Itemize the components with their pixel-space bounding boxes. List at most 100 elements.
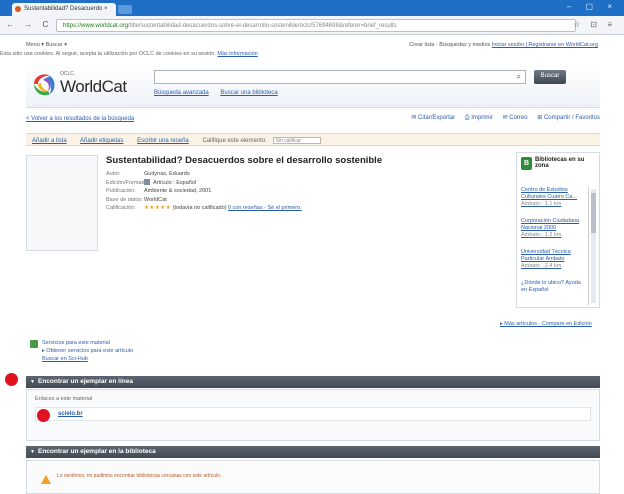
find-library-title: Encontrar un ejemplar en la biblioteca (38, 448, 156, 455)
url-field[interactable]: https://www.worldcat.org/title/sustentab… (56, 19, 576, 32)
add-tags-link[interactable]: Añadir etiquetas (80, 138, 123, 144)
item-title: Sustentabilidad? Desacuerdos sobre el de… (106, 155, 383, 166)
library-heading-text: Bibliotecas en su zona (535, 157, 585, 169)
meta-row-author: Autor: Gudynas, Eduardo (106, 170, 302, 179)
online-links-label: Enlaces a este material (35, 396, 93, 402)
cookie-notice-text: Esta sitio usa cookies. Al seguir, acept… (0, 51, 216, 57)
library-warning-box: Lo sentimos, no pudimos encontrar biblio… (26, 460, 600, 494)
search-button[interactable]: Buscar (534, 70, 566, 84)
online-link-row[interactable]: scielo.br (35, 407, 591, 421)
item-toolbar: Añadir a lista Añadir etiquetas Escribir… (26, 133, 600, 146)
write-review-link[interactable]: Escribir una reseña (137, 138, 189, 144)
online-link[interactable]: scielo.br (58, 411, 83, 417)
format-value: Artículo : Español (153, 179, 197, 186)
account-links: Crear lista · Búsquedas y medios Iniciar… (409, 42, 598, 48)
library-item[interactable]: Universidad Técnica Particular Ambato Amb… (521, 249, 588, 270)
review-link[interactable]: 0 con reseñas - Sé el primero. (228, 205, 302, 211)
meta-label: Edición/Formato: (106, 179, 148, 186)
advanced-search-link[interactable]: Búsqueda avanzada (154, 90, 209, 96)
results-nav-row: < Volver a los resultados de la búsqueda… (26, 114, 600, 126)
meta-label: Base de datos: (106, 196, 143, 203)
library-item[interactable]: Centro de Estudios Culturales Cuatro Ca.… (521, 187, 588, 208)
collapse-arrow-icon: ▼ (30, 449, 35, 455)
library-distance: Ambato · 2.4 km (521, 263, 562, 269)
warning-text: Lo sentimos, no pudimos encontrar biblio… (57, 473, 222, 479)
author-value[interactable]: Gudynas, Eduardo (144, 171, 190, 177)
red-marker-dot (37, 409, 50, 422)
search-icon: ⌕ (516, 72, 521, 81)
header-links: Búsqueda avanzada Buscar una biblioteca (154, 90, 288, 96)
warning-icon (41, 475, 51, 484)
rating-value: (todavía no calificado) (172, 205, 227, 211)
browser-menu-icons[interactable]: ☆ ⊡ ≡ (573, 20, 616, 29)
search-input[interactable]: ⌕ (154, 70, 526, 84)
meta-row-rating: Calificación: ★★★★★ (todavía no calificad… (106, 204, 302, 213)
email-link[interactable]: ✉ Correo (503, 115, 528, 121)
library-distance: Ambato · 1.2 km (521, 232, 562, 238)
library-name[interactable]: Universidad Técnica Particular Ambato (521, 249, 571, 262)
scihub-link[interactable]: Buscar en Sci-Hub (42, 356, 88, 362)
back-to-results-link[interactable]: < Volver a los resultados de la búsqueda (26, 116, 134, 122)
rate-label: Califique este elemento: (202, 138, 267, 145)
new-tab-button[interactable] (118, 5, 132, 14)
meta-row-publication: Publicación: Ambiente & sociedad, 2001 (106, 187, 302, 196)
library-distance: Ambato · 1.1 km (521, 201, 562, 207)
account-text: Crear lista · Búsquedas y medios (409, 42, 491, 48)
find-online-title: Encontrar un ejemplar en línea (38, 378, 133, 385)
rating-stars[interactable]: ★★★★★ (144, 205, 171, 211)
publication-value: Ambiente & sociedad, 2001 (144, 188, 212, 194)
meta-row-database: Base de datos:WorldCat (106, 196, 302, 205)
url-path: /title/sustentabilidad-desacuerdos-sobre… (128, 23, 397, 29)
library-list: Centro de Estudios Culturales Cuatro Ca.… (521, 187, 589, 305)
database-value: WorldCat (144, 196, 167, 203)
book-cover-placeholder (26, 155, 98, 251)
cookie-more-link[interactable]: Más información (217, 51, 257, 57)
browser-tab-bar: Sustentabilidad? Desacuerdo × – ▢ × (0, 0, 624, 16)
item-metadata: Autor: Gudynas, Eduardo Edición/Formato: A… (106, 170, 302, 213)
worldcat-favicon-icon (15, 6, 21, 12)
meta-label: Calificación: (106, 205, 136, 211)
share-actions: ✉ Citar/Exportar ⎙ Imprimir ✉ Correo ⊞ C… (403, 114, 600, 122)
address-bar-row: ← → C ⌂ https://www.worldcat.org/title/s… (0, 16, 624, 35)
browser-tab[interactable]: Sustentabilidad? Desacuerdo × (12, 3, 116, 16)
get-services-link[interactable]: ▸ Obtener servicios para este artículo (42, 348, 133, 354)
rating-select[interactable]: Sin calificar (272, 137, 321, 144)
library-help-link[interactable]: ¿Dónde lo ubico? Ayuda en Español (521, 280, 588, 294)
red-marker-dot (5, 373, 18, 386)
library-item[interactable]: Corporación Ciudadana Nacional 2000 Ambat… (521, 218, 588, 239)
scrollbar-thumb[interactable] (591, 193, 596, 233)
find-library-link[interactable]: Buscar una biblioteca (220, 90, 277, 96)
meta-row-format: Edición/Formato: Artículo : Español (106, 179, 302, 188)
library-panel: B Bibliotecas en su zona Centro de Estudi… (516, 152, 600, 308)
tab-title: Sustentabilidad? Desacuerdo × (24, 6, 108, 12)
library-scrollbar[interactable] (591, 189, 596, 303)
site-header: OCLC WorldCat ⌕ Buscar Búsqueda avanzada… (26, 62, 600, 108)
url-host: https://www.worldcat.org (63, 23, 129, 29)
site-top-strip: Menú ▾ Buscar ▾ Crear lista · Búsquedas … (0, 38, 624, 58)
worldcat-wordmark: WorldCat (60, 77, 127, 96)
worldcat-globe-icon (34, 74, 55, 96)
find-online-header[interactable]: ▼ Encontrar un ejemplar en línea (26, 376, 600, 388)
more-items-link[interactable]: ▸ Más artículos · Compare en Edición (500, 321, 592, 327)
worldcat-logo[interactable]: OCLC WorldCat (30, 68, 142, 102)
article-icon (144, 179, 150, 186)
find-library-header[interactable]: ▼ Encontrar un ejemplar en la biblioteca (26, 446, 600, 458)
online-links-panel: Enlaces a este material scielo.br (26, 389, 600, 441)
meta-label: Publicación: (106, 188, 136, 194)
services-heading: Servicios para este material (42, 340, 110, 346)
services-icon (30, 340, 38, 348)
share-link[interactable]: ⊞ Compartir / Favoritos (537, 115, 600, 121)
services-box: Servicios para este material ▸ Obtener s… (26, 336, 600, 368)
cite-export-link[interactable]: ✉ Citar/Exportar (411, 115, 455, 121)
window-controls[interactable]: – ▢ × (567, 2, 618, 11)
meta-label: Autor: (106, 171, 121, 177)
collapse-arrow-icon: ▼ (30, 379, 35, 385)
add-to-list-link[interactable]: Añadir a lista (32, 138, 67, 144)
print-link[interactable]: ⎙ Imprimir (465, 115, 493, 121)
library-name[interactable]: Corporación Ciudadana Nacional 2000 (521, 218, 579, 231)
library-heading: B Bibliotecas en su zona (521, 157, 597, 170)
cookie-notice: Esta sitio usa cookies. Al seguir, acept… (0, 51, 258, 57)
login-link[interactable]: Iniciar sesión | Registrarse en WorldCat… (492, 42, 598, 48)
library-name[interactable]: Centro de Estudios Culturales Cuatro Ca.… (521, 187, 577, 200)
site-menu[interactable]: Menú ▾ Buscar ▾ (26, 42, 67, 48)
